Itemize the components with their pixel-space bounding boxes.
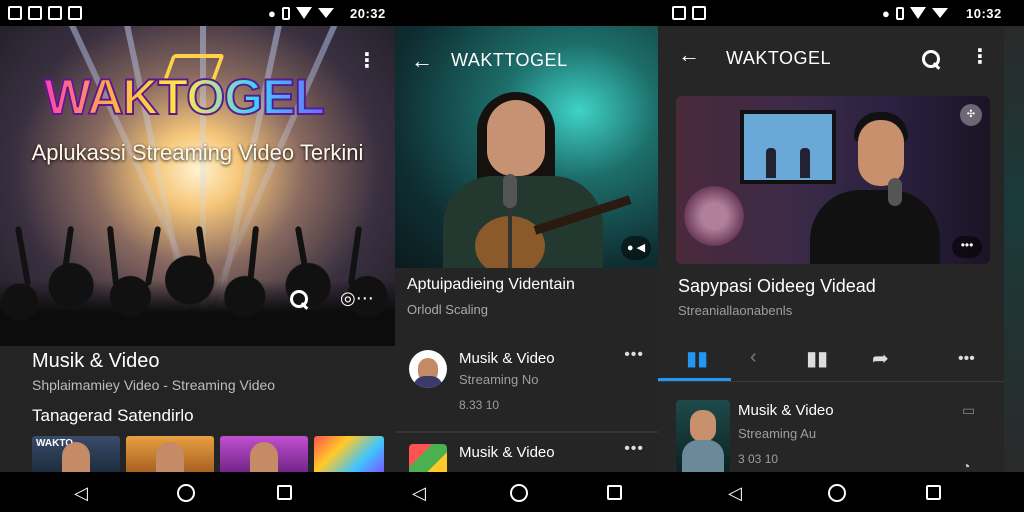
notification-icons [8,6,82,20]
list-item-stat: 8.33 10 [459,398,500,412]
app-logo: WAKTOGEL [43,68,326,126]
list-item-title: Musik & Video [738,402,834,419]
system-icons-right: ● [882,6,948,21]
more-icon[interactable]: ••• [958,350,975,368]
microphone-image [888,178,902,206]
search-icon[interactable] [920,48,942,70]
location-icon: ● [882,5,890,21]
list-item[interactable]: Musik & Video ••• [395,440,658,472]
video-subtitle: Streaniallaonabenls [678,303,793,318]
more-icon[interactable]: ••• [624,346,644,364]
hero-banner[interactable]: WAKTOGEL Aplukassi Streaming Video Terki… [0,26,395,346]
screen-player: ← WAKTTOGEL ● ◀ Aptuipadieing Videntain … [395,26,658,472]
playlist-icon[interactable]: ▭ [962,402,975,419]
nav-home-icon[interactable] [828,484,846,502]
status-bar: ● 20:32 ● 10:32 [0,0,1024,26]
app-bar: ← WAKTOGEL ⋮ [658,26,1004,88]
like-icon[interactable]: ▮▮ [686,346,708,371]
person-image [62,442,90,472]
wifi-icon [295,7,312,19]
battery-icon [895,6,904,20]
row-title: Tanagerad Satendirlo [32,406,194,425]
video-thumbnail[interactable] [676,400,730,472]
dislike-icon[interactable]: ‹ [750,346,757,369]
nav-back-icon[interactable]: ◁ [728,483,742,504]
notification-icon [8,6,22,20]
more-icon[interactable]: ••• [952,236,982,258]
notification-icon [672,6,686,20]
location-icon: ● [268,5,276,21]
screen-video-detail: ← WAKTOGEL ⋮ ✣ ••• Sapypasi Oideeg Videa… [658,26,1004,472]
tv-screen-image [740,110,836,184]
list-item-subtitle: Streaming Au [738,426,817,441]
status-time: 20:32 [350,5,386,21]
thumbnail-row: WAKTO [32,436,384,472]
avatar [409,350,447,388]
signal-icon [317,8,334,18]
cast-icon[interactable]: ◎⋯ [340,288,374,309]
crowd-image [0,236,395,346]
notification-icon [692,6,706,20]
section-subtitle: Shplaimamiey Video - Streaming Video [32,377,276,393]
more-vert-icon[interactable]: ⋮ [357,48,377,73]
battery-icon [281,6,290,20]
more-icon[interactable]: ••• [624,440,644,458]
nav-home-icon[interactable] [177,484,195,502]
nav-back-icon[interactable]: ◁ [74,483,88,504]
player-badge[interactable]: ● ◀ [621,236,651,260]
section-title: Musik & Video [32,350,160,372]
app-title: WAKTTOGEL [451,50,568,70]
app-title: WAKTOGEL [726,48,832,68]
divider [658,381,1004,382]
video-meta: Orlodl Scaling [407,302,488,317]
video-player[interactable]: ← WAKTTOGEL ● ◀ [395,26,658,268]
microphone-image [503,174,517,208]
nav-recents-icon[interactable] [277,485,292,500]
notification-icons-right [672,6,706,20]
search-icon[interactable] [288,288,310,310]
screen-partial [1004,26,1024,472]
more-vert-icon[interactable]: ⋮ [970,44,990,69]
fullscreen-icon[interactable]: ✣ [960,104,982,126]
nav-recents-icon[interactable] [926,485,941,500]
nav-recents-icon[interactable] [607,485,622,500]
video-title: Sapypasi Oideeg Videad [678,276,876,296]
video-thumbnail[interactable] [314,436,384,472]
person-image [250,442,278,472]
add-icon[interactable]: ◔ [962,458,970,472]
nav-back-icon[interactable]: ◁ [412,483,426,504]
divider [395,431,658,433]
video-thumbnail[interactable]: WAKTO [32,436,120,472]
notification-icon [48,6,62,20]
status-time: 10:32 [966,5,1002,21]
list-item-title: Musik & Video [459,444,555,461]
list-item[interactable]: Musik & Video Streaming No 8.33 10 ••• [395,346,658,430]
video-thumbnail[interactable] [220,436,308,472]
video-title: Aptuipadieing Videntain [407,276,575,293]
hero-tagline: Aplukassi Streaming Video Terkini [31,140,364,165]
list-item-subtitle: Streaming No [459,372,539,387]
app-icon [409,444,447,472]
partial-screen [1004,26,1024,472]
save-icon[interactable]: ▮▮ [806,346,828,371]
video-player[interactable]: ✣ ••• [676,96,990,264]
screen-home: WAKTOGEL Aplukassi Streaming Video Terki… [0,26,395,472]
video-thumbnail[interactable] [126,436,214,472]
person-image [156,442,184,472]
back-arrow-icon[interactable]: ← [411,48,433,74]
flowers-image [684,186,744,246]
share-icon[interactable]: ➦ [872,346,889,371]
list-item-stat: 3 03 10 [738,452,779,466]
navigation-bar: ◁ ◁ ◁ [0,472,1024,512]
system-icons-left: ● [268,6,334,21]
notification-icon [28,6,42,20]
wifi-icon [909,7,926,19]
signal-icon [931,8,948,18]
notification-icon [68,6,82,20]
action-bar: ▮▮ ‹ ▮▮ ➦ ••• [658,338,1004,382]
nav-home-icon[interactable] [510,484,528,502]
list-item-title: Musik & Video [459,350,555,367]
back-arrow-icon[interactable]: ← [678,42,700,68]
